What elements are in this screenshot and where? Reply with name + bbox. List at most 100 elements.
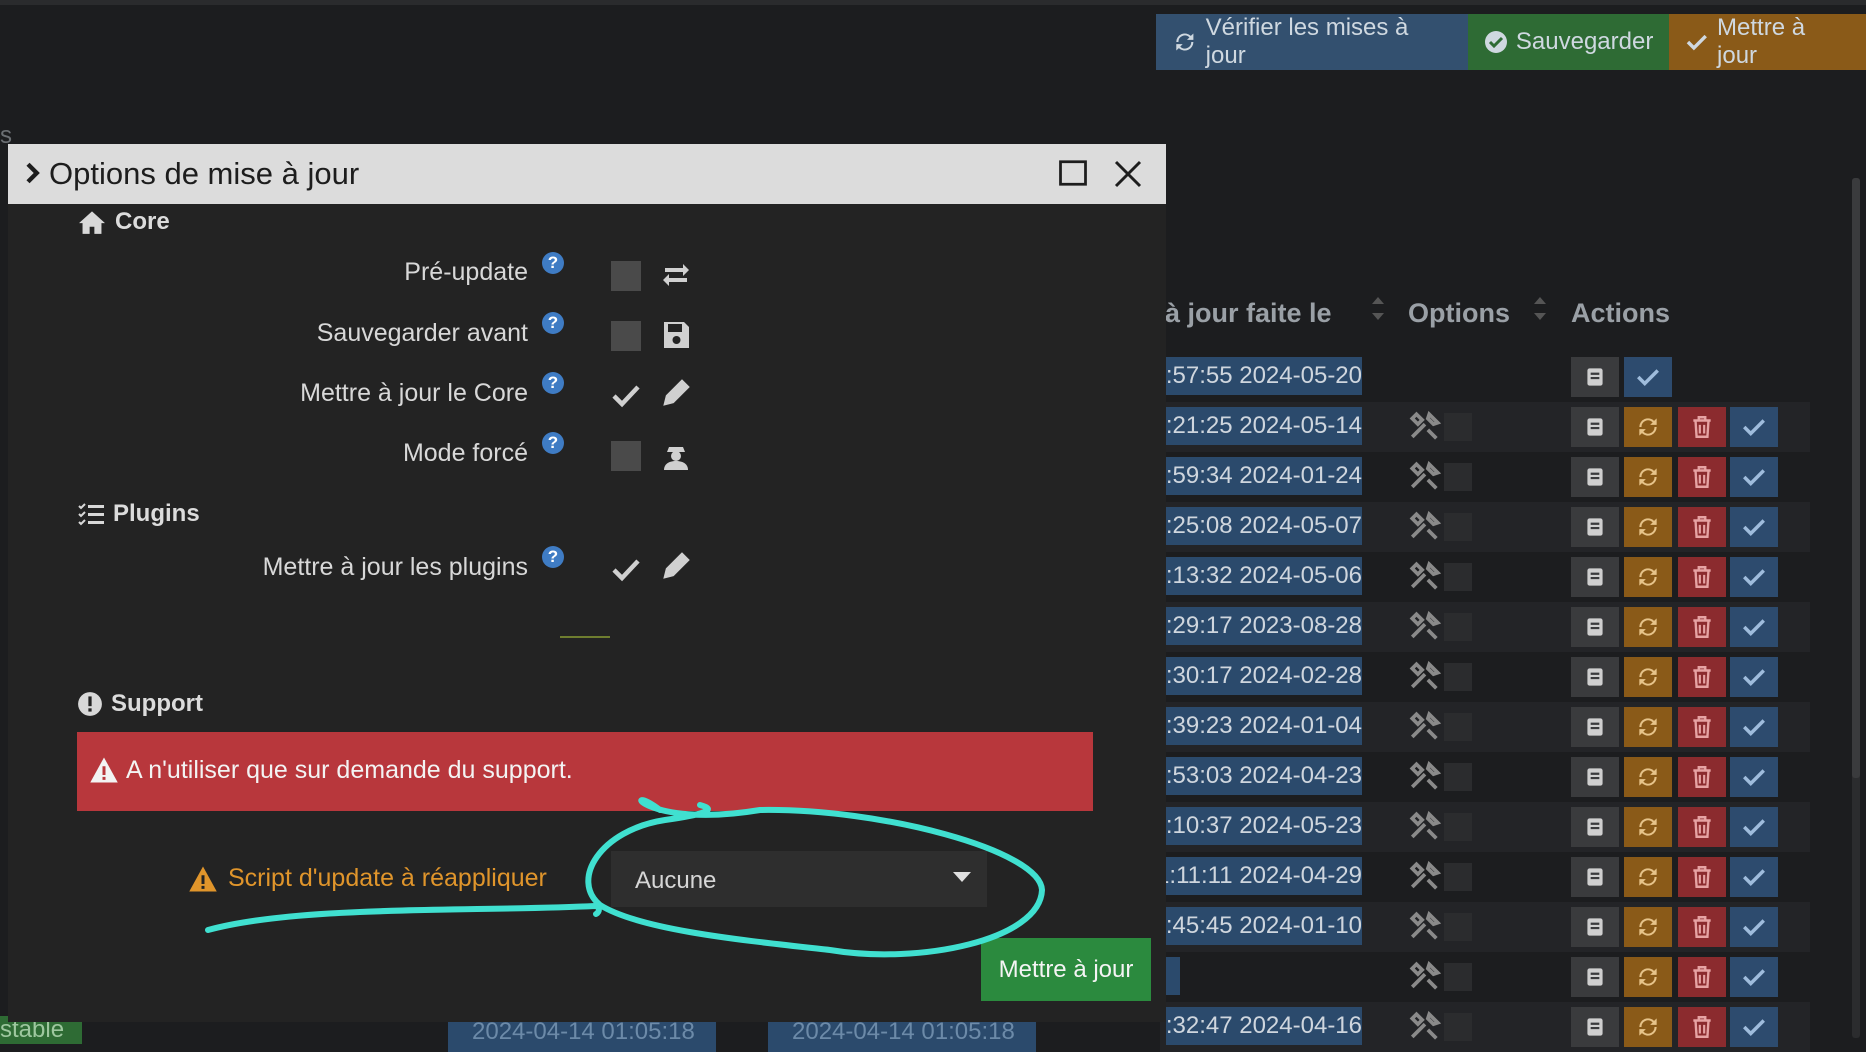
refresh-button[interactable] — [1624, 507, 1672, 547]
help-icon[interactable]: ? — [542, 372, 564, 394]
delete-button[interactable] — [1678, 857, 1726, 897]
log-button[interactable] — [1571, 357, 1619, 397]
refresh-button[interactable] — [1624, 607, 1672, 647]
refresh-button[interactable] — [1624, 857, 1672, 897]
validate-button[interactable] — [1730, 507, 1778, 547]
delete-button[interactable] — [1678, 407, 1726, 447]
support-alert-text: A n'utiliser que sur demande du support. — [126, 756, 573, 784]
tools-icon — [1409, 510, 1442, 540]
option-checkbox[interactable] — [1444, 463, 1472, 491]
log-button[interactable] — [1571, 407, 1619, 447]
refresh-button[interactable] — [1624, 807, 1672, 847]
submit-update-button[interactable]: Mettre à jour — [981, 938, 1151, 1001]
log-button[interactable] — [1571, 557, 1619, 597]
top-edge — [0, 0, 1866, 5]
validate-button[interactable] — [1730, 557, 1778, 597]
validate-button[interactable] — [1730, 607, 1778, 647]
option-checkbox[interactable] — [1444, 963, 1472, 991]
update-core-checkbox[interactable] — [611, 381, 641, 411]
date-cell: 2024-05-14 20:21:25 — [1166, 407, 1362, 445]
log-button[interactable] — [1571, 607, 1619, 647]
refresh-icon — [1639, 618, 1657, 636]
refresh-button[interactable] — [1624, 907, 1672, 947]
delete-button[interactable] — [1678, 907, 1726, 947]
option-checkbox[interactable] — [1444, 763, 1472, 791]
delete-button[interactable] — [1678, 807, 1726, 847]
validate-button[interactable] — [1730, 907, 1778, 947]
delete-button[interactable] — [1678, 707, 1726, 747]
log-button[interactable] — [1571, 457, 1619, 497]
refresh-button[interactable] — [1624, 457, 1672, 497]
refresh-button[interactable] — [1624, 407, 1672, 447]
validate-button[interactable] — [1730, 757, 1778, 797]
trash-icon — [1693, 866, 1711, 888]
delete-button[interactable] — [1678, 957, 1726, 997]
validate-button[interactable] — [1730, 407, 1778, 447]
table-row: 2024-05-20 14:57:55 — [1160, 352, 1810, 402]
option-checkbox[interactable] — [1444, 513, 1472, 541]
validate-button[interactable] — [1730, 857, 1778, 897]
refresh-button[interactable] — [1624, 1007, 1672, 1047]
script-select[interactable]: Aucune — [611, 851, 987, 907]
help-icon[interactable]: ? — [542, 432, 564, 454]
option-checkbox[interactable] — [1444, 813, 1472, 841]
delete-button[interactable] — [1678, 657, 1726, 697]
help-icon[interactable]: ? — [542, 312, 564, 334]
refresh-button[interactable] — [1624, 957, 1672, 997]
refresh-button[interactable] — [1624, 707, 1672, 747]
log-button[interactable] — [1571, 507, 1619, 547]
option-checkbox[interactable] — [1444, 663, 1472, 691]
check-updates-button[interactable]: Vérifier les mises à jour — [1156, 14, 1468, 70]
column-header-options[interactable]: Options — [1408, 298, 1510, 329]
save-button[interactable]: Sauvegarder — [1467, 14, 1670, 70]
delete-button[interactable] — [1678, 607, 1726, 647]
pre-update-checkbox[interactable] — [611, 261, 641, 291]
option-checkbox[interactable] — [1444, 563, 1472, 591]
delete-button[interactable] — [1678, 507, 1726, 547]
update-plugins-checkbox[interactable] — [611, 555, 641, 585]
refresh-button[interactable] — [1624, 557, 1672, 597]
option-checkbox[interactable] — [1444, 1013, 1472, 1041]
backup-before-checkbox[interactable] — [611, 321, 641, 351]
log-button[interactable] — [1571, 957, 1619, 997]
refresh-icon — [1639, 668, 1657, 686]
forced-mode-checkbox[interactable] — [611, 441, 641, 471]
refresh-icon — [1639, 1018, 1657, 1036]
log-button[interactable] — [1571, 757, 1619, 797]
log-button[interactable] — [1571, 707, 1619, 747]
log-button[interactable] — [1571, 657, 1619, 697]
validate-button[interactable] — [1730, 1007, 1778, 1047]
option-checkbox[interactable] — [1444, 613, 1472, 641]
scrollbar-thumb[interactable] — [1852, 178, 1860, 778]
page-scrollbar[interactable] — [1852, 178, 1860, 1038]
validate-button[interactable] — [1730, 707, 1778, 747]
update-button[interactable]: Mettre à jour — [1669, 14, 1866, 70]
help-icon[interactable]: ? — [542, 546, 564, 568]
option-checkbox[interactable] — [1444, 713, 1472, 741]
delete-button[interactable] — [1678, 457, 1726, 497]
log-button[interactable] — [1571, 807, 1619, 847]
maximize-icon[interactable] — [1058, 158, 1088, 188]
check-icon — [1687, 34, 1708, 51]
delete-button[interactable] — [1678, 1007, 1726, 1047]
validate-button[interactable] — [1730, 957, 1778, 997]
log-button[interactable] — [1571, 857, 1619, 897]
delete-button[interactable] — [1678, 557, 1726, 597]
option-checkbox[interactable] — [1444, 413, 1472, 441]
log-button[interactable] — [1571, 1007, 1619, 1047]
delete-button[interactable] — [1678, 757, 1726, 797]
option-checkbox[interactable] — [1444, 863, 1472, 891]
option-checkbox[interactable] — [1444, 913, 1472, 941]
help-icon[interactable]: ? — [542, 252, 564, 274]
column-header-date[interactable]: à jour faite le — [1165, 298, 1332, 329]
validate-button[interactable] — [1624, 357, 1672, 397]
refresh-button[interactable] — [1624, 757, 1672, 797]
validate-button[interactable] — [1730, 457, 1778, 497]
table-row: 2023-08-28 18:29:17 — [1160, 602, 1810, 652]
validate-button[interactable] — [1730, 807, 1778, 847]
warning-triangle-icon — [90, 757, 118, 783]
log-button[interactable] — [1571, 907, 1619, 947]
validate-button[interactable] — [1730, 657, 1778, 697]
close-icon[interactable] — [1112, 158, 1144, 190]
refresh-button[interactable] — [1624, 657, 1672, 697]
